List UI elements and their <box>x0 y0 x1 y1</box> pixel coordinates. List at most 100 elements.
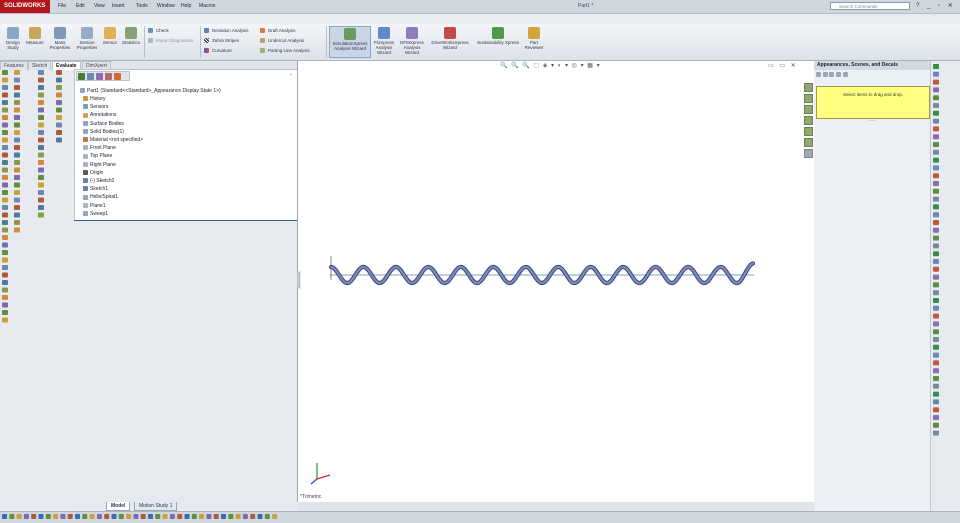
model-viewport[interactable] <box>297 61 813 502</box>
refresh-icon[interactable] <box>836 72 842 77</box>
toolbar-tool-icon[interactable] <box>14 227 20 233</box>
status-tool-icon[interactable] <box>228 514 234 519</box>
toolbar-tool-icon[interactable] <box>38 167 44 173</box>
toolbar-tool-icon[interactable] <box>933 360 939 366</box>
status-tool-icon[interactable] <box>177 514 183 519</box>
menu-macros[interactable]: Macros <box>199 3 215 9</box>
task-pane-tab-icon[interactable] <box>804 83 813 92</box>
toolbar-tool-icon[interactable] <box>933 352 939 358</box>
toolbar-tool-icon[interactable] <box>14 190 20 195</box>
status-tool-icon[interactable] <box>9 514 15 519</box>
status-tool-icon[interactable] <box>191 514 197 519</box>
toolbar-tool-icon[interactable] <box>933 266 939 272</box>
status-tool-icon[interactable] <box>250 514 256 519</box>
tree-item[interactable]: Sensors <box>83 104 108 110</box>
toolbar-tool-icon[interactable] <box>933 212 939 218</box>
toolbar-tool-icon[interactable] <box>56 107 62 113</box>
toolbar-tool-icon[interactable] <box>933 173 939 179</box>
toolbar-tool-icon[interactable] <box>2 167 8 173</box>
toolbar-tool-icon[interactable] <box>2 310 8 315</box>
status-tool-icon[interactable] <box>53 514 59 519</box>
status-tool-icon[interactable] <box>264 514 270 519</box>
dfmxpress-button[interactable]: DFMXpress Analysis Wizard <box>398 27 426 55</box>
toolbar-tool-icon[interactable] <box>933 243 939 249</box>
simulationxpress-button[interactable]: SimulationXpress Analysis Wizard <box>329 26 371 58</box>
toolbar-tool-icon[interactable] <box>2 182 8 188</box>
tree-item[interactable]: Solid Bodies(1) <box>83 129 124 135</box>
toolbar-tool-icon[interactable] <box>933 220 939 225</box>
status-tool-icon[interactable] <box>206 514 212 519</box>
toolbar-tool-icon[interactable] <box>933 399 939 405</box>
toolbar-tool-icon[interactable] <box>2 287 8 293</box>
toolbar-tool-icon[interactable] <box>14 145 20 150</box>
toolbar-tool-icon[interactable] <box>2 137 8 143</box>
status-tool-icon[interactable] <box>235 514 241 519</box>
toolbar-tool-icon[interactable] <box>14 182 20 188</box>
toolbar-tool-icon[interactable] <box>933 110 939 116</box>
toolbar-tool-icon[interactable] <box>38 145 44 150</box>
status-tool-icon[interactable] <box>82 514 88 519</box>
toolbar-tool-icon[interactable] <box>56 92 62 98</box>
toolbar-tool-icon[interactable] <box>14 85 20 90</box>
appearance-icon[interactable] <box>114 73 121 80</box>
toolbar-tool-icon[interactable] <box>2 205 8 210</box>
toolbar-tool-icon[interactable] <box>2 250 8 255</box>
toolbar-tool-icon[interactable] <box>2 145 8 150</box>
toolbar-tool-icon[interactable] <box>56 70 62 75</box>
toolbar-tool-icon[interactable] <box>14 122 20 128</box>
toolbar-tool-icon[interactable] <box>933 103 939 108</box>
task-pane-tab-icon[interactable] <box>804 149 813 158</box>
toolbar-tool-icon[interactable] <box>933 422 939 428</box>
status-tool-icon[interactable] <box>169 514 175 519</box>
status-tool-icon[interactable] <box>272 514 278 519</box>
toolbar-tool-icon[interactable] <box>2 122 8 128</box>
toolbar-tool-icon[interactable] <box>56 130 62 135</box>
status-tool-icon[interactable] <box>162 514 168 519</box>
status-tool-icon[interactable] <box>199 514 205 519</box>
toolbar-tool-icon[interactable] <box>2 115 8 120</box>
toolbar-tool-icon[interactable] <box>14 220 20 225</box>
toolbar-tool-icon[interactable] <box>933 196 939 202</box>
status-tool-icon[interactable] <box>89 514 95 519</box>
toolbar-tool-icon[interactable] <box>933 290 939 296</box>
status-tool-icon[interactable] <box>38 514 44 519</box>
toolbar-tool-icon[interactable] <box>38 85 44 90</box>
left-toolbar-icons[interactable] <box>0 70 74 330</box>
toolbar-tool-icon[interactable] <box>933 344 939 350</box>
task-pane-tabs[interactable] <box>804 83 813 158</box>
tab-motion-study-1[interactable]: Motion Study 1 <box>134 502 178 511</box>
toolbar-tool-icon[interactable] <box>14 152 20 158</box>
task-pane-tab-icon[interactable] <box>804 105 813 114</box>
toolbar-tool-icon[interactable] <box>2 77 8 83</box>
status-tool-icon[interactable] <box>213 514 219 519</box>
tree-item[interactable]: Surface Bodies <box>83 121 124 127</box>
toolbar-tool-icon[interactable] <box>933 235 939 241</box>
toolbar-tool-icon[interactable] <box>2 317 8 323</box>
task-pane-tab-icon[interactable] <box>804 138 813 147</box>
measure-button[interactable]: Measure <box>24 27 46 45</box>
import-diagnostics-button[interactable]: Import Diagnostics <box>148 37 193 44</box>
tab-features[interactable]: Features <box>0 61 28 70</box>
toolbar-tool-icon[interactable] <box>933 282 939 288</box>
tree-item[interactable]: History <box>83 96 106 102</box>
tree-item[interactable]: Sketch1 <box>83 186 108 192</box>
toolbar-tool-icon[interactable] <box>2 175 8 180</box>
folder-icon[interactable] <box>842 72 848 77</box>
parting-line-analysis-button[interactable]: Parting Line Analysis <box>260 47 310 54</box>
display-manager-icon[interactable] <box>105 73 112 80</box>
toolbar-tool-icon[interactable] <box>933 259 939 264</box>
toolbar-tool-icon[interactable] <box>2 197 8 203</box>
toolbar-tool-icon[interactable] <box>933 165 939 171</box>
toolbar-tool-icon[interactable] <box>933 391 939 397</box>
toolbar-tool-icon[interactable] <box>38 182 44 188</box>
task-pane-tab-icon[interactable] <box>804 116 813 125</box>
tab-sketch[interactable]: Sketch <box>28 61 52 70</box>
status-tool-icon[interactable] <box>96 514 102 519</box>
status-tool-icon[interactable] <box>126 514 132 519</box>
home-icon[interactable] <box>829 72 835 77</box>
toolbar-tool-icon[interactable] <box>933 87 939 93</box>
window-controls[interactable]: ? _ ▫ ✕ <box>916 2 960 11</box>
menu-window[interactable]: Window <box>157 3 175 9</box>
toolbar-tool-icon[interactable] <box>14 137 20 143</box>
toolbar-tool-icon[interactable] <box>933 298 939 303</box>
